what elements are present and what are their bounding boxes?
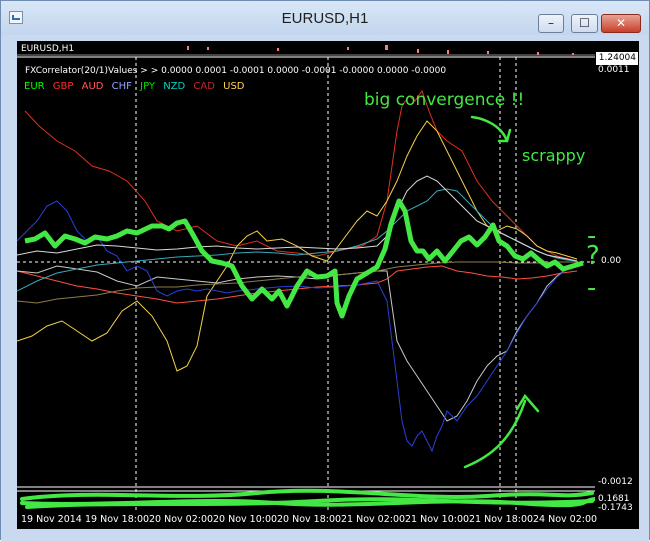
arrow-bottom-curve xyxy=(463,399,527,469)
arrow-top-curve xyxy=(470,115,509,143)
close-button[interactable]: ✕ xyxy=(601,14,641,33)
hand-annotation-arrow-top xyxy=(470,115,512,143)
hand-annotation-arrow-bottom xyxy=(463,393,540,469)
currency-legend: EUR GBP AUD CHF JPY NZD CAD USD xyxy=(24,81,250,92)
axis-value-top: 0.0011 xyxy=(598,65,630,75)
axis-value-sub-b: -0.1743 xyxy=(598,503,633,513)
legend-gbp: GBP xyxy=(52,81,74,92)
maximize-button[interactable]: ☐ xyxy=(571,14,598,33)
currency-lines xyxy=(17,89,578,453)
hand-drawn-green-curve xyxy=(24,198,584,319)
axis-value-zero: 0.00 xyxy=(601,256,622,266)
price-axis[interactable] xyxy=(595,41,639,529)
time-label: 21 Nov 10:00 xyxy=(405,514,470,525)
legend-jpy: JPY xyxy=(140,81,155,92)
indicator-values-label: FXCorrelator(20/1)Values > > 0.0000 0.00… xyxy=(25,66,447,76)
legend-cad: CAD xyxy=(193,81,215,92)
minimize-button[interactable]: – xyxy=(538,14,564,33)
eur-thin-line xyxy=(17,175,578,262)
annotation-big-convergence: big convergence !! xyxy=(364,90,525,110)
time-label: 19 Nov 18:00 xyxy=(85,514,150,525)
price-chart[interactable] xyxy=(17,41,595,529)
annotation-scrappy: scrappy xyxy=(522,146,586,165)
chart-canvas xyxy=(17,45,595,513)
time-label: 21 Nov 18:00 xyxy=(469,514,534,525)
time-label: 24 Nov 02:00 xyxy=(533,514,598,525)
price-candles xyxy=(187,45,574,55)
time-label: 21 Nov 02:00 xyxy=(341,514,406,525)
time-label: 19 Nov 2014 xyxy=(21,514,82,525)
legend-usd: USD xyxy=(223,81,245,92)
usd-line xyxy=(17,120,578,372)
chart-window: EURUSD,H1 – ☐ ✕ EURUSD,H1 FXCorrelator(2… xyxy=(0,0,650,541)
title-bar[interactable]: EURUSD,H1 – ☐ ✕ xyxy=(1,1,649,35)
time-label: 20 Nov 02:00 xyxy=(149,514,214,525)
legend-nzd: NZD xyxy=(163,81,186,92)
bottom-tab-strip xyxy=(1,529,649,541)
sub-panel-scribble xyxy=(20,488,595,509)
arrow-bottom-head xyxy=(515,393,540,413)
symbol-label: EURUSD,H1 xyxy=(21,44,75,54)
right-side-strip xyxy=(639,41,649,529)
gbp-line xyxy=(24,89,578,262)
legend-eur: EUR xyxy=(24,81,45,92)
time-label: 20 Nov 10:00 xyxy=(213,514,278,525)
time-axis[interactable]: 19 Nov 2014 19 Nov 18:00 20 Nov 02:00 20… xyxy=(17,513,598,529)
scribble-1 xyxy=(20,488,594,501)
annotation-question-mark: ? xyxy=(586,241,600,271)
axis-value-bottom: -0.0012 xyxy=(598,477,633,487)
current-price-box: 1.24004 xyxy=(596,52,638,65)
legend-aud: AUD xyxy=(81,81,104,92)
legend-chf: CHF xyxy=(111,81,132,92)
time-label: 20 Nov 18:00 xyxy=(277,514,342,525)
